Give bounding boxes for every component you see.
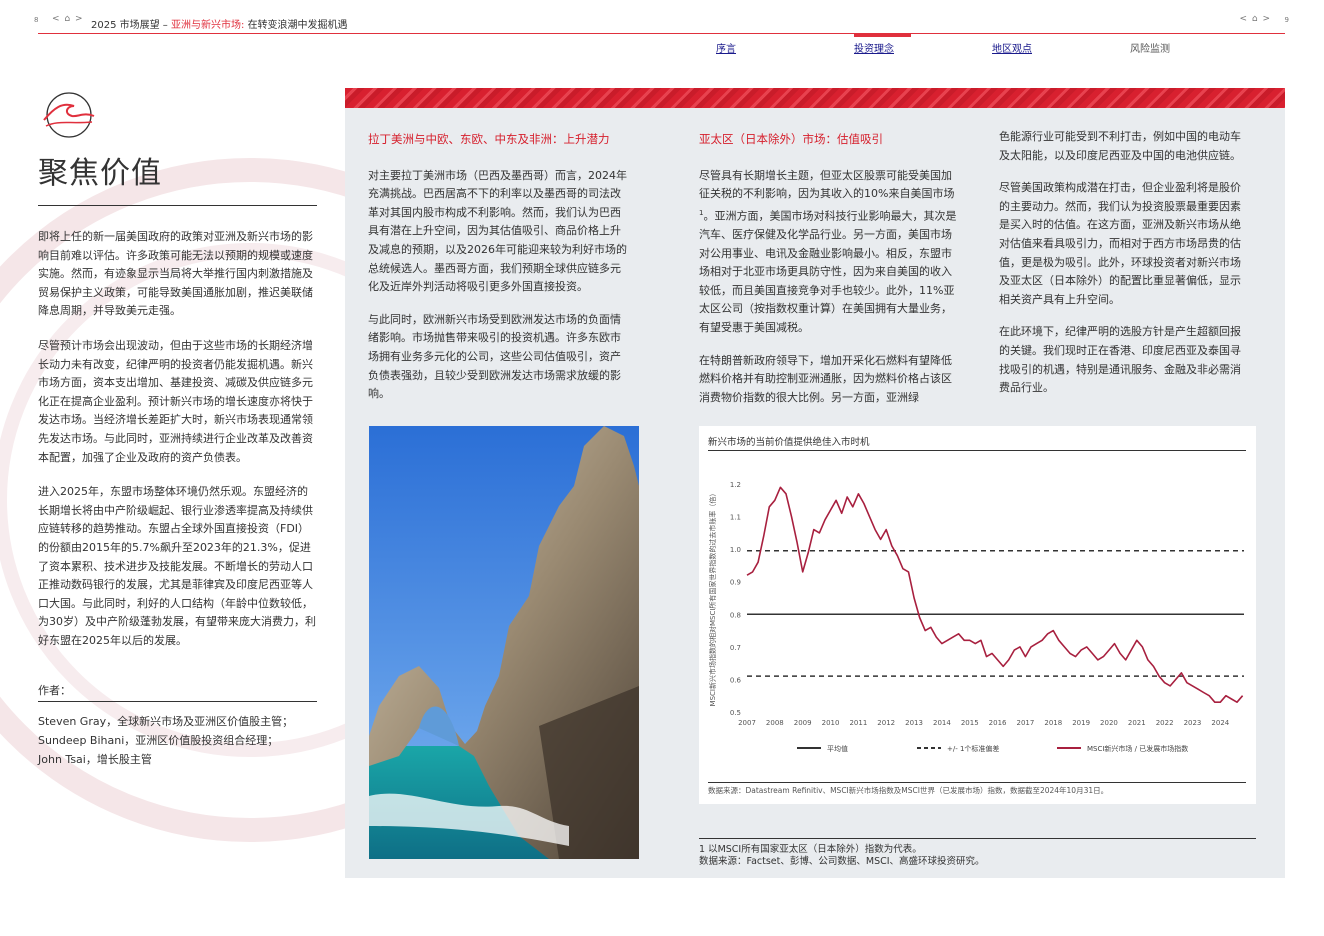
intro-paragraph: 尽管预计市场会出现波动，但由于这些市场的长期经济增长动力未有改变，纪律严明的投资… — [38, 338, 313, 464]
x-tick-label: 2022 — [1156, 719, 1174, 727]
y-tick-label: 1.1 — [730, 514, 741, 522]
intro-paragraph: 即将上任的新一届美国政府的政策对亚洲及新兴市场的影响目前难以评估。许多政策可能无… — [38, 230, 313, 318]
page-nav-right[interactable]: < ⌂ > — [1239, 14, 1271, 24]
column-asia-pacific: 亚太区（日本除外）市场：估值吸引 尽管具有长期增长主题，但亚太区股票可能受美国加… — [699, 130, 957, 421]
active-tab-indicator — [854, 34, 911, 37]
x-tick-label: 2024 — [1211, 719, 1229, 727]
legend-label: MSCI新兴市场 / 已发展市场指数 — [1087, 744, 1188, 753]
x-tick-label: 2018 — [1044, 719, 1062, 727]
author-heading: 作者： — [38, 684, 71, 697]
continued-paragraph: 尽管美国政策构成潜在打击，但企业盈利将是股价的主要动力。然而，我们认为投资股票最… — [999, 181, 1241, 306]
continued-paragraph: 在此环境下，纪律严明的选股方针是产生超额回报的关键。我们现时正在香港、印度尼西亚… — [999, 325, 1241, 395]
breadcrumb-highlight[interactable]: 亚洲与新兴市场: — [171, 20, 244, 31]
footnotes: 1 以MSCI所有国家亚太区（日本除外）指数为代表。 数据来源：Factset、… — [699, 844, 985, 868]
apac-paragraph-2: 在特朗普新政府领导下，增加开采化石燃料有望降低燃料价格并有助控制亚洲通胀，因为燃… — [699, 353, 952, 404]
legend-label: +/- 1个标准偏差 — [947, 744, 999, 753]
latam-paragraph: 对主要拉丁美洲市场（巴西及墨西哥）而言，2024年充满挑战。巴西居高不下的利率以… — [368, 168, 627, 294]
x-tick-label: 2020 — [1100, 719, 1118, 727]
tab-preface[interactable]: 序言 — [716, 40, 736, 55]
chart-plot: 0.5 0.6 0.7 0.8 0.9 1.0 1.1 1.2 2007 2008 2009 2010… — [708, 481, 1244, 753]
author-divider — [38, 701, 317, 702]
x-tick-label: 2023 — [1184, 719, 1202, 727]
x-tick-label: 2010 — [822, 719, 840, 727]
chart-top-rule — [708, 450, 1246, 451]
author-item: John Tsai，增长股主管 — [38, 753, 152, 766]
x-tick-label: 2007 — [738, 719, 756, 727]
y-tick-label: 0.6 — [730, 676, 742, 684]
decorative-stripe — [345, 88, 1285, 108]
intro-text: 即将上任的新一届美国政府的政策对亚洲及新兴市场的影响目前难以评估。许多政策可能无… — [38, 228, 317, 666]
y-tick-label: 1.0 — [730, 546, 741, 554]
legend-label: 平均值 — [827, 744, 848, 753]
page-title: 聚焦价值 — [38, 156, 162, 191]
author-list: Steven Gray，全球新兴市场及亚洲区价值股主管； Sundeep Bih… — [38, 712, 293, 769]
continued-paragraph: 色能源行业可能受到不利打击，例如中国的电动车及太阳能，以及印度尼西亚及中国的电池… — [999, 130, 1241, 162]
column-latam-emea: 拉丁美洲与中欧、东欧、中东及非洲：上升潜力 对主要拉丁美洲市场（巴西及墨西哥）而… — [368, 130, 630, 418]
wave-logo-icon — [43, 92, 95, 138]
series-line — [746, 486, 1244, 703]
section-tabs: 序言 投资理念 地区观点 风险监测 — [0, 34, 1324, 55]
x-tick-label: 2013 — [905, 719, 923, 727]
page-number-right: 9 — [1284, 16, 1289, 24]
title-divider — [38, 205, 317, 206]
x-tick-label: 2016 — [989, 719, 1007, 727]
author-item: Sundeep Bihani，亚洲区价值股投资组合经理； — [38, 734, 279, 747]
breadcrumb: 2025 市场展望 – 亚洲与新兴市场: 在转变浪潮中发掘机遇 — [91, 16, 348, 31]
intro-paragraph: 进入2025年，东盟市场整体环境仍然乐观。东盟经济的长期增长将由中产阶级崛起、银… — [38, 485, 316, 647]
x-tick-label: 2014 — [933, 719, 951, 727]
tab-regional-views[interactable]: 地区观点 — [992, 40, 1032, 55]
y-tick-label: 0.5 — [730, 709, 741, 717]
apac-paragraph: 尽管具有长期增长主题，但亚太区股票可能受美国加征关税的不利影响，因为其收入的10… — [699, 168, 957, 334]
y-tick-label: 0.8 — [730, 611, 741, 619]
y-tick-label: 1.2 — [730, 481, 741, 489]
column-continued: 色能源行业可能受到不利打击，例如中国的电动车及太阳能，以及印度尼西亚及中国的电池… — [999, 128, 1249, 412]
x-tick-label: 2011 — [849, 719, 867, 727]
x-tick-label: 2008 — [766, 719, 784, 727]
footnote-source: 数据来源：Factset、彭博、公司数据、MSCI、高盛环球投资研究。 — [699, 856, 985, 867]
sea-arch-photo — [369, 426, 639, 859]
x-tick-label: 2017 — [1017, 719, 1035, 727]
page-number-left: 8 — [34, 16, 39, 24]
tab-risk-monitor[interactable]: 风险监测 — [1130, 40, 1170, 55]
tab-investment-ideas[interactable]: 投资理念 — [854, 40, 894, 55]
section-heading-latam: 拉丁美洲与中欧、东欧、中东及非洲：上升潜力 — [368, 132, 610, 146]
y-axis-label: MSCI新兴市场指数的相对MSCI所有国家世界指数的过去市账率（倍） — [708, 490, 717, 707]
y-tick-label: 0.7 — [730, 644, 741, 652]
x-tick-label: 2015 — [961, 719, 979, 727]
footnote-divider — [699, 838, 1256, 839]
x-tick-label: 2009 — [794, 719, 812, 727]
chart-title: 新兴市场的当前价值提供绝佳入市时机 — [708, 437, 870, 448]
valuation-chart: 新兴市场的当前价值提供绝佳入市时机 0.5 0.6 0.7 0.8 0.9 1.0 1.1 1… — [699, 426, 1256, 804]
y-tick-label: 0.9 — [730, 579, 741, 587]
breadcrumb-prefix: 2025 市场展望 – — [91, 20, 168, 31]
author-item: Steven Gray，全球新兴市场及亚洲区价值股主管； — [38, 715, 294, 728]
chart-bottom-rule — [708, 782, 1246, 783]
chart-source: 数据来源：Datastream Refinitiv、MSCI新兴市场指数及MSC… — [708, 786, 1109, 795]
x-tick-label: 2012 — [877, 719, 895, 727]
page-nav-left[interactable]: < ⌂ > — [52, 14, 84, 24]
footnote-1: 1 以MSCI所有国家亚太区（日本除外）指数为代表。 — [699, 844, 922, 855]
breadcrumb-suffix: 在转变浪潮中发掘机遇 — [247, 20, 348, 31]
page-header: 8 < ⌂ > 2025 市场展望 – 亚洲与新兴市场: 在转变浪潮中发掘机遇 … — [34, 12, 1289, 34]
emea-paragraph: 与此同时，欧洲新兴市场受到欧洲发达市场的负面情绪影响。市场抛售带来吸引的投资机遇… — [368, 312, 621, 401]
x-tick-label: 2021 — [1128, 719, 1146, 727]
section-heading-apac: 亚太区（日本除外）市场：估值吸引 — [699, 132, 883, 146]
x-tick-label: 2019 — [1072, 719, 1090, 727]
